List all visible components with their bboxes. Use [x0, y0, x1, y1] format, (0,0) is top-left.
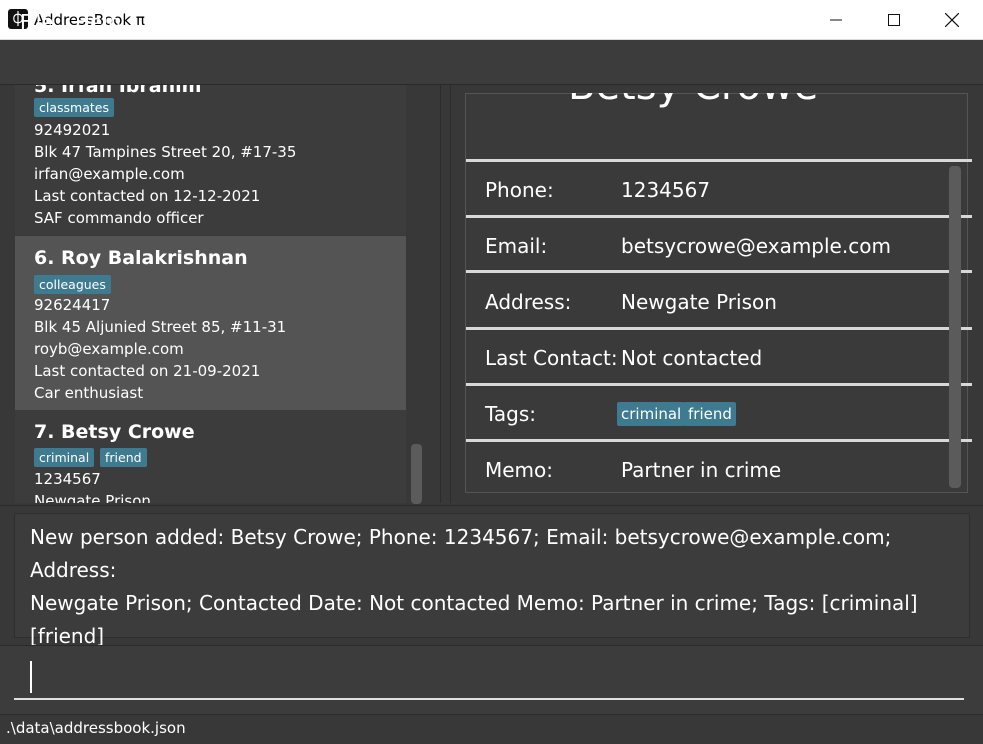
divider	[466, 270, 972, 273]
divider	[466, 383, 972, 386]
person-email: royb@example.com	[34, 340, 184, 358]
detail-scrollbar[interactable]	[949, 166, 961, 488]
close-icon	[945, 12, 959, 27]
divider	[466, 159, 972, 162]
maximize-button[interactable]	[865, 0, 923, 39]
person-name: 6. Roy Balakrishnan	[34, 247, 248, 269]
person-list-panel[interactable]: 5. Irfan Ibrahim classmates 92492021 Blk…	[0, 85, 441, 503]
divider	[466, 439, 972, 442]
person-address: Blk 45 Aljunied Street 85, #11-31	[34, 318, 287, 336]
list-scrollbar[interactable]	[411, 444, 422, 504]
person-name: 5. Irfan Ibrahim	[34, 85, 202, 97]
phone-label: Phone:	[485, 178, 554, 202]
person-memo: Car enthusiast	[34, 384, 144, 402]
last-contact-value: Not contacted	[621, 346, 763, 370]
person-address: Newgate Prison	[34, 492, 151, 503]
tag-badge: friend	[684, 402, 736, 426]
person-card[interactable]: 7. Betsy Crowe criminal friend 1234567 N…	[15, 410, 406, 503]
person-phone: 92492021	[34, 121, 111, 139]
tag-badge: colleagues	[34, 275, 111, 294]
divider	[466, 215, 972, 218]
tags-label: Tags:	[485, 402, 537, 426]
address-label: Address:	[485, 290, 572, 314]
result-text: New person added: Betsy Crowe; Phone: 12…	[30, 521, 950, 653]
minimize-icon	[830, 19, 842, 20]
last-contact-label: Last Contact:	[485, 346, 618, 370]
minimize-button[interactable]	[807, 0, 865, 39]
tag-badge: classmates	[34, 98, 114, 117]
memo-label: Memo:	[485, 458, 554, 482]
person-card-selected[interactable]: 6. Roy Balakrishnan colleagues 92624417 …	[15, 236, 406, 410]
email-value: betsycrowe@example.com	[621, 234, 891, 258]
tag-badge: criminal	[34, 448, 95, 467]
person-email: irfan@example.com	[34, 165, 185, 183]
menu-file[interactable]: File	[20, 10, 53, 34]
command-input[interactable]	[14, 652, 964, 700]
person-last-contacted: Last contacted on 12-12-2021	[34, 187, 261, 205]
tag-badge: friend	[100, 448, 147, 467]
divider	[466, 327, 972, 330]
result-line: Newgate Prison; Contacted Date: Not cont…	[30, 591, 918, 648]
menu-help[interactable]: Help	[75, 10, 121, 34]
address-value: Newgate Prison	[621, 290, 777, 314]
memo-value: Partner in crime	[621, 458, 782, 482]
email-label: Email:	[485, 234, 548, 258]
text-caret	[30, 661, 32, 693]
person-name: 7. Betsy Crowe	[34, 421, 195, 443]
maximize-icon	[888, 13, 900, 26]
tag-badge: criminal	[617, 402, 686, 426]
person-address: Blk 47 Tampines Street 20, #17-35	[34, 143, 297, 161]
save-location: .\data\addressbook.json	[6, 719, 186, 737]
person-phone: 1234567	[34, 470, 101, 488]
phone-value: 1234567	[621, 178, 711, 202]
person-memo: SAF commando officer	[34, 209, 204, 227]
person-last-contacted: Last contacted on 21-09-2021	[34, 362, 261, 380]
close-button[interactable]	[923, 0, 981, 39]
menu-bar	[0, 40, 983, 85]
result-line: New person added: Betsy Crowe; Phone: 12…	[30, 525, 892, 582]
person-card[interactable]: 5. Irfan Ibrahim classmates 92492021 Blk…	[15, 85, 406, 235]
person-phone: 92624417	[34, 296, 111, 314]
